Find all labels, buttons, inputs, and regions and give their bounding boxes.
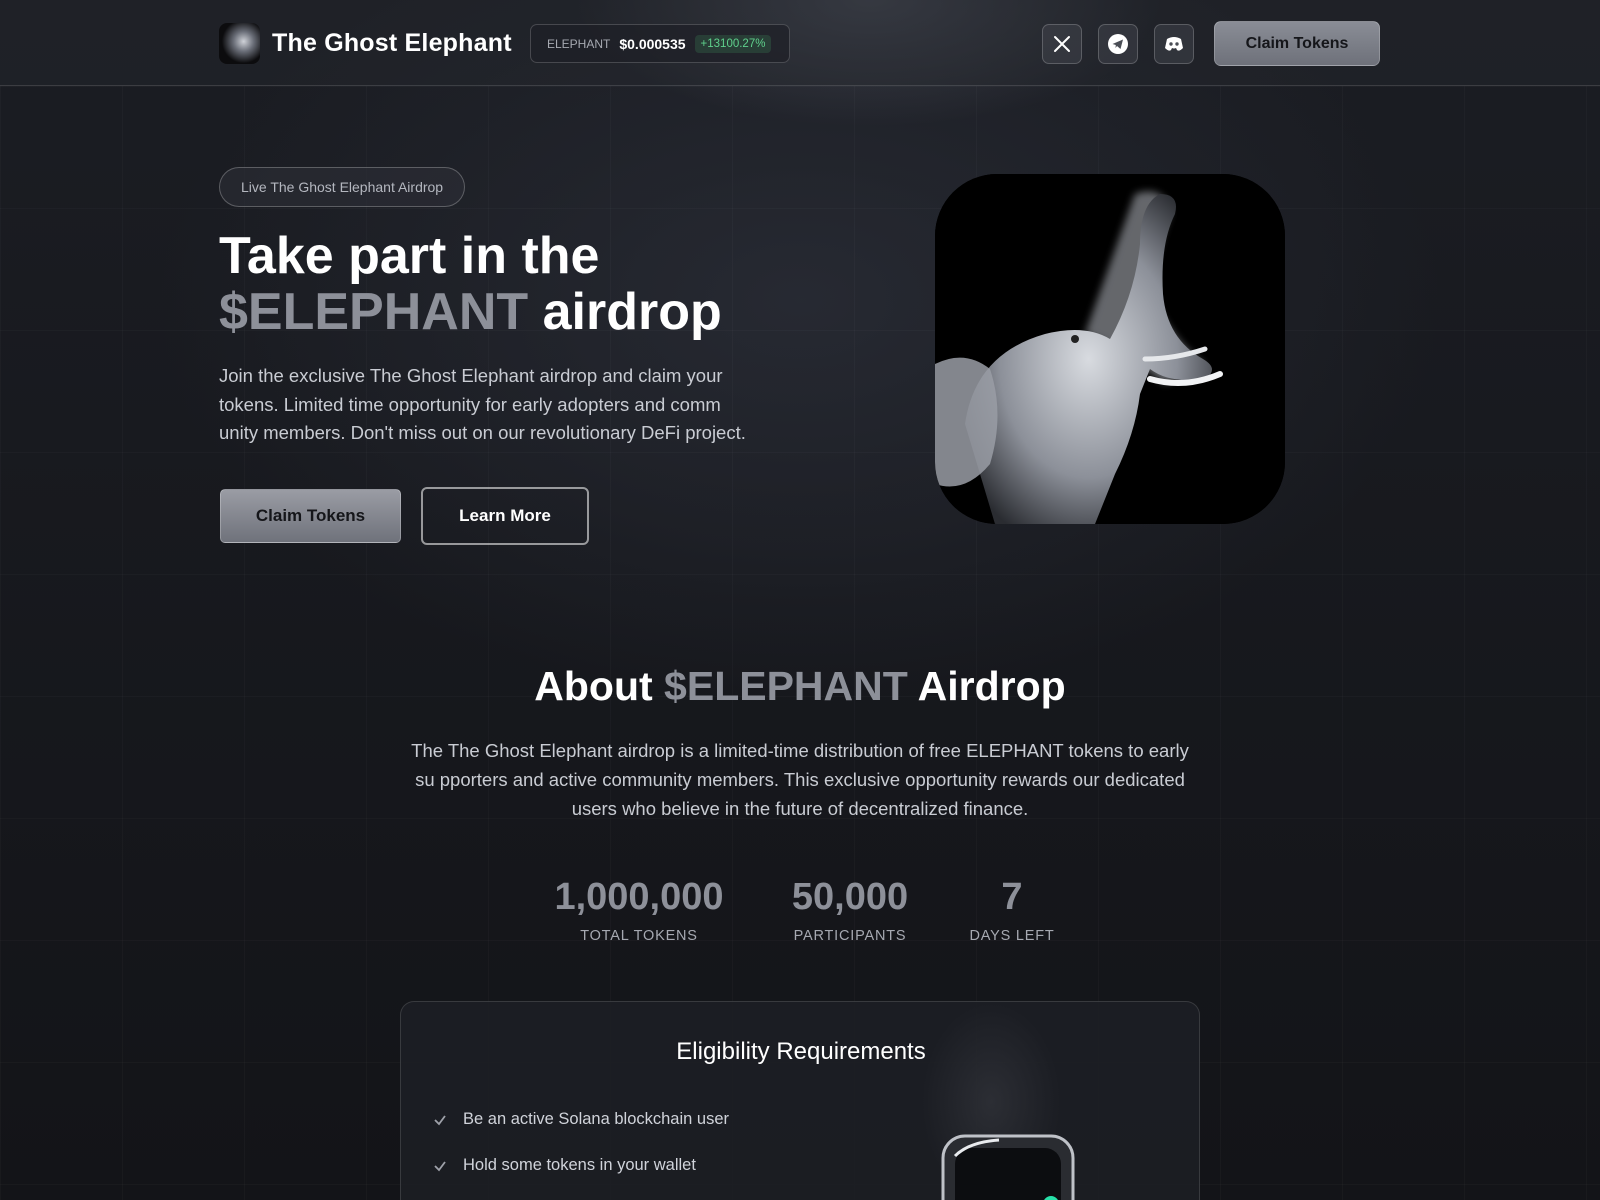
ticker-symbol: ELEPHANT — [547, 36, 611, 51]
about-title-prefix: About — [534, 663, 665, 709]
check-icon — [431, 1111, 449, 1129]
hero-title-token: $ELEPHANT — [219, 283, 529, 341]
x-button[interactable] — [1042, 24, 1082, 64]
hero-title-line1: Take part in the — [219, 227, 600, 285]
top-navbar: The Ghost Elephant ELEPHANT $0.000535 +1… — [0, 0, 1600, 86]
about-title: About $ELEPHANT Airdrop — [0, 663, 1600, 710]
stat-total-tokens: 1,000,000 TOTAL TOKENS — [549, 874, 729, 944]
stat-value: 7 — [1001, 876, 1023, 918]
live-airdrop-badge: Live The Ghost Elephant Airdrop — [219, 167, 466, 207]
stat-days-left: 7 DAYS LEFT — [962, 874, 1062, 944]
eligibility-title: Eligibility Requirements — [676, 1038, 926, 1065]
ticker-price: $0.000535 — [619, 35, 686, 52]
stat-value: 50,000 — [791, 876, 909, 918]
x-icon — [1054, 36, 1070, 52]
hero-claim-tokens-button[interactable]: Claim Tokens — [220, 489, 401, 543]
eligibility-item-text: Hold some tokens in your wallet — [463, 1156, 696, 1174]
eligibility-item: Be an active Solana blockchain user — [431, 1110, 729, 1129]
stat-value: 1,000,000 — [554, 876, 724, 918]
eligibility-item-text: Be an active Solana blockchain user — [463, 1110, 729, 1128]
hero-title: Take part in the $ELEPHANT airdrop — [219, 228, 722, 340]
telegram-icon — [1108, 34, 1128, 54]
hero-title-rest: airdrop — [528, 283, 722, 341]
ticker-change-badge: +13100.27% — [694, 34, 772, 53]
eligibility-card: Eligibility Requirements Be an active So… — [400, 1001, 1200, 1200]
about-title-suffix: Airdrop — [907, 663, 1066, 709]
price-ticker: ELEPHANT $0.000535 +13100.27% — [530, 24, 790, 63]
about-description: The The Ghost Elephant airdrop is a limi… — [411, 740, 1189, 819]
discord-icon — [1165, 37, 1183, 51]
wallet-icon — [941, 1134, 1075, 1200]
learn-more-button[interactable]: Learn More — [421, 487, 589, 545]
stat-label: DAYS LEFT — [969, 928, 1055, 944]
eligibility-item: Hold some tokens in your wallet — [431, 1156, 696, 1175]
ghost-elephant-image — [935, 174, 1285, 524]
stat-label: TOTAL TOKENS — [580, 928, 698, 944]
stat-participants: 50,000 PARTICIPANTS — [780, 874, 920, 944]
nav-claim-tokens-button[interactable]: Claim Tokens — [1214, 21, 1380, 66]
about-title-token: $ELEPHANT — [664, 663, 908, 709]
telegram-button[interactable] — [1098, 24, 1138, 64]
hero-description: Join the exclusive The Ghost Elephant ai… — [219, 365, 746, 443]
elephant-logo[interactable] — [219, 23, 260, 64]
brand-name[interactable]: The Ghost Elephant — [272, 29, 512, 58]
stat-label: PARTICIPANTS — [793, 928, 907, 944]
check-icon — [431, 1157, 449, 1175]
discord-button[interactable] — [1154, 24, 1194, 64]
